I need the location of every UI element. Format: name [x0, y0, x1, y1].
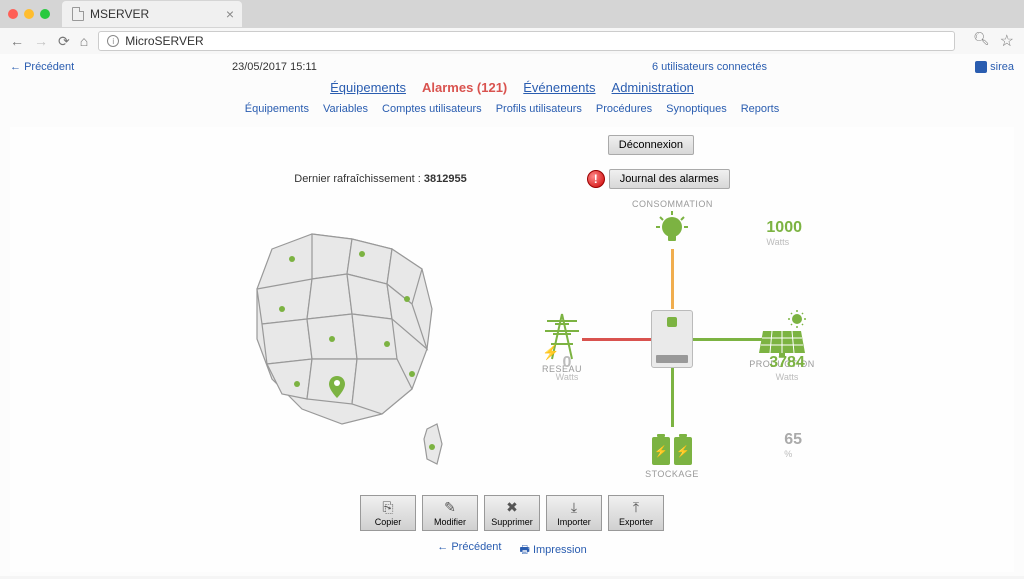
france-map[interactable] — [212, 199, 492, 479]
info-icon[interactable]: i — [107, 35, 119, 47]
energy-diagram: CONSOMMATION 1000 Watts — [532, 199, 812, 479]
home-icon[interactable]: ⌂ — [80, 33, 88, 49]
browser-tab[interactable]: MSERVER × — [62, 1, 242, 27]
stockage-value: 65 % — [784, 431, 802, 459]
bookmark-icon[interactable]: ☆ — [1000, 31, 1014, 51]
copier-button[interactable]: ⎘Copier — [360, 495, 416, 531]
users-connected: 6 utilisateurs connectés — [652, 61, 767, 73]
maximize-window-icon[interactable] — [40, 9, 50, 19]
tab-bar: MSERVER × — [0, 0, 1024, 28]
address-actions: 🔍︎ ☆ — [973, 31, 1014, 51]
journal-alarmes-button[interactable]: Journal des alarmes — [609, 169, 730, 189]
nav-alarmes[interactable]: Alarmes (121) — [422, 80, 507, 95]
minimize-window-icon[interactable] — [24, 9, 34, 19]
modifier-button[interactable]: ✎Modifier — [422, 495, 478, 531]
reload-icon[interactable]: ⟳ — [58, 33, 70, 50]
subnav-item[interactable]: Synoptiques — [666, 103, 727, 115]
logout-bar: Déconnexion — [10, 135, 1014, 165]
alarm-button-group: ! Journal des alarmes — [587, 169, 730, 189]
subnav-item[interactable]: Profils utilisateurs — [496, 103, 582, 115]
address-bar[interactable]: i MicroSERVER — [98, 31, 955, 51]
node-consommation: CONSOMMATION — [632, 199, 712, 249]
main-nav: Équipements Alarmes (121) Événements Adm… — [10, 76, 1014, 99]
close-window-icon[interactable] — [8, 9, 18, 19]
tab-title: MSERVER — [90, 7, 149, 21]
url-text: MicroSERVER — [125, 34, 203, 48]
user-badge[interactable]: sirea — [975, 61, 1014, 73]
user-icon — [975, 61, 987, 73]
info-row: Dernier rafraîchissement : 3812955 ! Jou… — [10, 165, 1014, 199]
print-icon: 🖶 — [519, 544, 529, 556]
lightbulb-icon — [652, 209, 692, 249]
line-storage — [671, 367, 674, 427]
close-tab-icon[interactable]: × — [226, 6, 234, 22]
exporter-button[interactable]: ⤒Exporter — [608, 495, 664, 531]
username: sirea — [990, 61, 1014, 73]
page-content: ← Précédent 23/05/2017 15:11 6 utilisate… — [0, 54, 1024, 576]
battery-icon: ⚡⚡ — [632, 437, 712, 465]
reseau-value: 0 Watts — [532, 354, 602, 382]
map-svg — [212, 199, 492, 479]
browser-chrome: MSERVER × ← → ⟳ ⌂ i MicroSERVER 🔍︎ ☆ — [0, 0, 1024, 54]
importer-button[interactable]: ⤓Importer — [546, 495, 602, 531]
window-controls — [8, 9, 50, 19]
node-stockage: ⚡⚡ STOCKAGE — [632, 433, 712, 479]
export-icon: ⤒ — [633, 499, 639, 516]
top-info-row: ← Précédent 23/05/2017 15:11 6 utilisate… — [10, 58, 1014, 76]
supprimer-button[interactable]: ✖Supprimer — [484, 495, 540, 531]
edit-icon: ✎ — [444, 499, 456, 516]
browser-nav-bar: ← → ⟳ ⌂ i MicroSERVER 🔍︎ ☆ — [0, 28, 1024, 54]
nav-administration[interactable]: Administration — [612, 80, 694, 95]
copy-icon: ⎘ — [382, 499, 393, 516]
solar-panel-icon — [755, 309, 810, 359]
footer-print[interactable]: 🖶 Impression — [519, 541, 586, 560]
search-icon[interactable]: 🔍︎ — [973, 31, 990, 51]
page-icon — [72, 7, 84, 21]
production-value: 3784 Watts — [752, 354, 822, 382]
logout-button[interactable]: Déconnexion — [608, 135, 694, 155]
action-bar: ⎘Copier ✎Modifier ✖Supprimer ⤓Importer ⤒… — [10, 489, 1014, 537]
sub-nav: Équipements Variables Comptes utilisateu… — [10, 99, 1014, 121]
import-icon: ⤓ — [571, 499, 577, 516]
footer-back[interactable]: ← Précédent — [437, 541, 501, 560]
subnav-item[interactable]: Équipements — [245, 103, 309, 115]
line-consumption — [671, 249, 674, 309]
consommation-value: 1000 Watts — [766, 219, 802, 247]
refresh-info: Dernier rafraîchissement : 3812955 — [294, 173, 466, 185]
nav-equipements[interactable]: Équipements — [330, 80, 406, 95]
subnav-item[interactable]: Procédures — [596, 103, 652, 115]
subnav-item[interactable]: Comptes utilisateurs — [382, 103, 482, 115]
nav-evenements[interactable]: Événements — [523, 80, 595, 95]
footer-links: ← Précédent 🖶 Impression — [10, 537, 1014, 564]
datetime-label: 23/05/2017 15:11 — [232, 61, 317, 73]
delete-icon: ✖ — [506, 499, 518, 516]
subnav-item[interactable]: Variables — [323, 103, 368, 115]
back-icon[interactable]: ← — [10, 33, 24, 49]
alarm-icon: ! — [587, 170, 605, 188]
inverter-icon — [651, 310, 693, 368]
main-content: Déconnexion Dernier rafraîchissement : 3… — [10, 127, 1014, 572]
dashboard: CONSOMMATION 1000 Watts — [10, 199, 1014, 489]
back-link[interactable]: ← Précédent — [10, 61, 74, 73]
forward-icon[interactable]: → — [34, 33, 48, 49]
subnav-item[interactable]: Reports — [741, 103, 780, 115]
